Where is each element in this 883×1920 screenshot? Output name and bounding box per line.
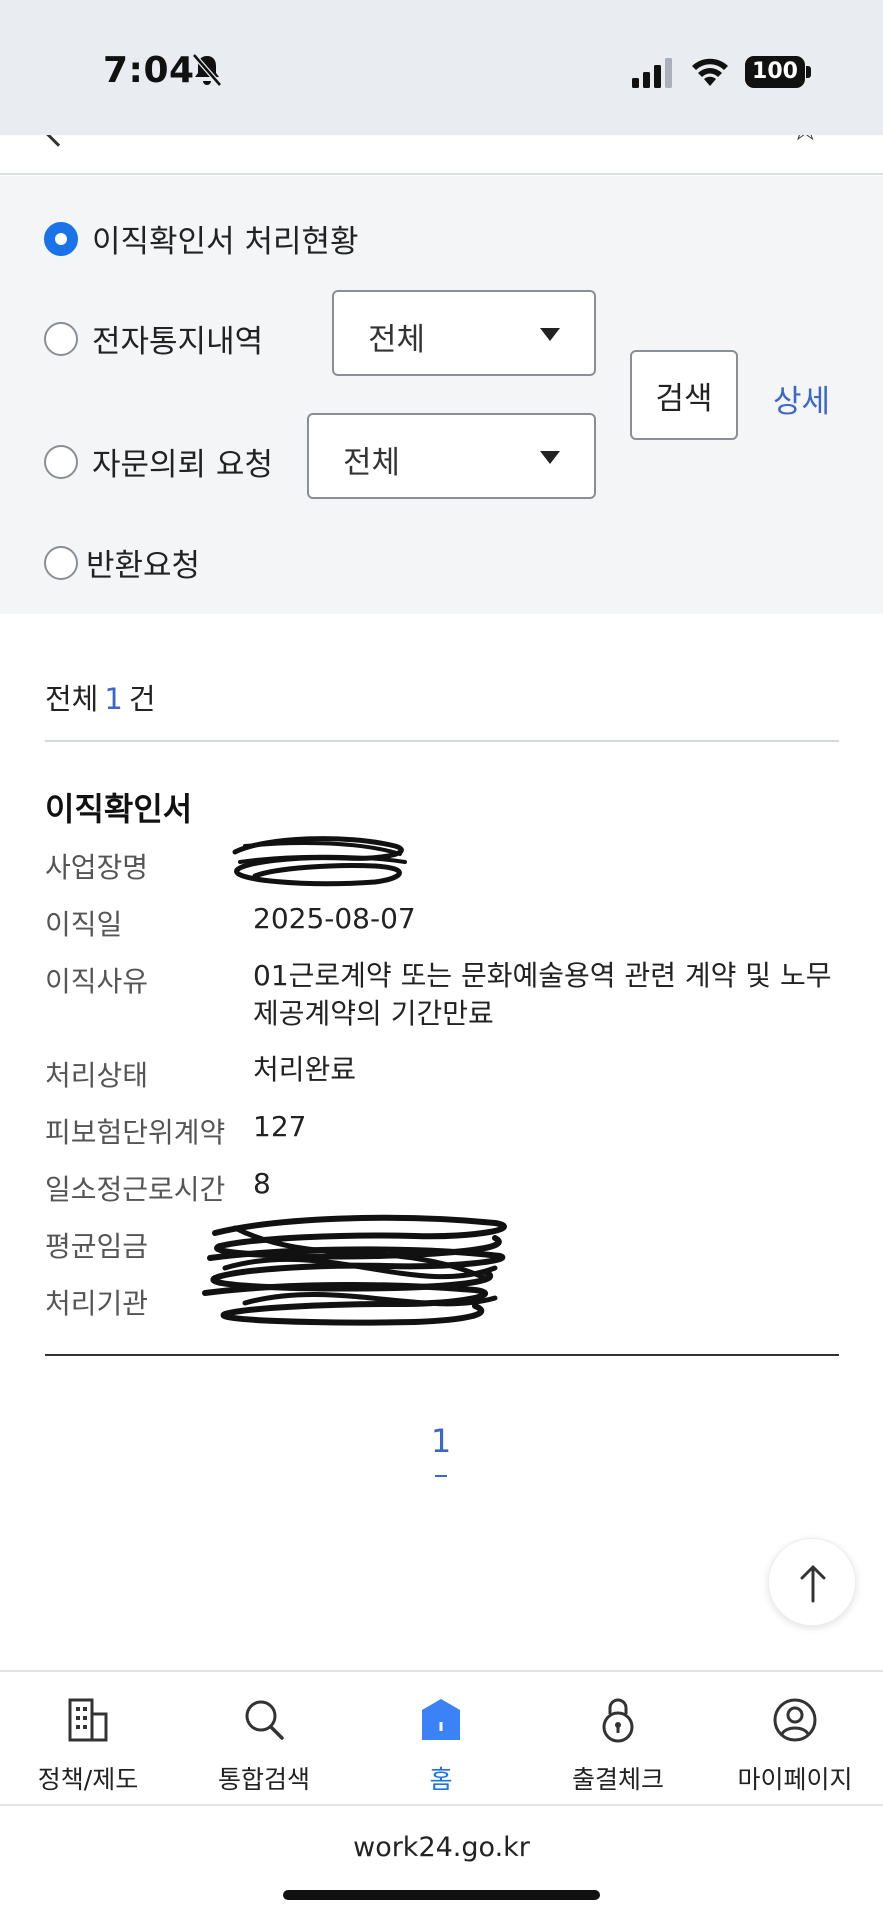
browser-url-bar[interactable]: work24.go.kr [0,1806,883,1920]
count-number: 1 [104,682,123,716]
radio-label: 이직확인서 처리현황 [92,224,359,260]
building-icon [68,1698,108,1742]
redaction-scribble-wage-agency [202,1214,507,1326]
field-value-insured-unit: 127 [253,1110,307,1143]
field-label-leave-reason: 이직사유 [45,965,149,998]
field-label-insured-unit: 피보험단위계약 [45,1116,226,1149]
search-icon [245,1700,284,1740]
user-icon [773,1698,817,1742]
status-bar: 7:04 100 [0,0,883,135]
battery-tip [806,66,811,78]
tab-home[interactable]: 홈 [353,1672,529,1808]
search-button[interactable]: 검색 [630,350,738,440]
bottom-tab-bar: 정책/제도 통합검색 홈 출결체크 마이페이지 [0,1670,883,1806]
radio-option-return-request[interactable]: 반환요청 [44,540,200,585]
home-icon [422,1699,460,1740]
tab-mypage[interactable]: 마이페이지 [707,1672,883,1808]
lock-icon [602,1698,634,1743]
caret-down-icon [540,328,560,341]
tab-label: 정책/제도 [37,1765,139,1794]
count-prefix: 전체 [45,682,99,716]
divider [45,1354,839,1356]
tab-label: 마이페이지 [737,1765,853,1794]
back-arrow-icon[interactable] [38,135,78,147]
radio-button[interactable] [44,545,78,580]
radio-button[interactable] [44,321,78,356]
radio-label: 자문의뢰 요청 [92,447,273,483]
tab-search[interactable]: 통합검색 [176,1672,352,1808]
status-time: 7:04 [103,50,195,91]
scroll-to-top-button[interactable] [768,1538,856,1626]
redaction-scribble-workplace [232,836,407,887]
page-number-current[interactable]: 1 [428,1422,454,1460]
battery-indicator: 100 [745,56,805,88]
field-label-average-wage: 평균임금 [45,1230,149,1263]
field-label-daily-hours: 일소정근로시간 [45,1173,226,1206]
detail-link[interactable]: 상세 [773,376,830,421]
star-icon[interactable]: ☆ [790,135,826,147]
count-suffix: 건 [128,682,156,716]
field-value-status: 처리완료 [253,1053,357,1086]
field-value-daily-hours: 8 [253,1167,271,1200]
tab-policy[interactable]: 정책/제도 [0,1672,176,1808]
field-label-agency: 처리기관 [45,1287,149,1320]
radio-label: 전자통지내역 [92,324,264,360]
arrow-up-icon [800,1565,826,1603]
tab-label: 통합검색 [217,1765,310,1794]
field-value-leave-date: 2025-08-07 [253,902,416,935]
home-indicator [283,1890,600,1900]
tab-attendance[interactable]: 출결체크 [530,1672,706,1808]
divider [45,740,839,742]
url-text[interactable]: work24.go.kr [0,1832,883,1863]
radio-option-electronic-notice[interactable]: 전자통지내역 [44,316,263,361]
field-value-leave-reason: 01근로계약 또는 문화예술용역 관련 계약 및 노무제공계약의 기간만료 [253,959,832,1030]
result-count: 전체 1 건 [45,676,156,718]
bell-off-icon [192,53,222,87]
wifi-icon [692,58,728,86]
caret-down-icon [540,451,560,464]
radio-button[interactable] [44,444,78,479]
cellular-signal-icon [632,58,672,88]
field-label-workplace: 사업장명 [45,851,149,884]
radio-option-consult-request[interactable]: 자문의뢰 요청 [44,439,273,484]
radio-label: 반환요청 [86,548,201,584]
page-header: ☆ [0,135,883,175]
field-label-status: 처리상태 [45,1059,149,1092]
radio-button-checked[interactable] [44,221,78,256]
field-label-leave-date: 이직일 [45,908,123,941]
radio-option-certificate-status[interactable]: 이직확인서 처리현황 [44,216,359,261]
tab-label: 출결체크 [571,1765,664,1794]
tab-label: 홈 [429,1765,453,1794]
page-underline [435,1475,447,1477]
consult-type-select[interactable]: 전체 [307,413,596,499]
notice-type-select[interactable]: 전체 [332,290,596,376]
select-value: 전체 [368,322,426,358]
select-value: 전체 [343,445,401,481]
card-title[interactable]: 이직확인서 [45,784,192,830]
filter-panel: 이직확인서 처리현황 전자통지내역 전체 자문의뢰 요청 전체 반환요청 [0,176,883,614]
